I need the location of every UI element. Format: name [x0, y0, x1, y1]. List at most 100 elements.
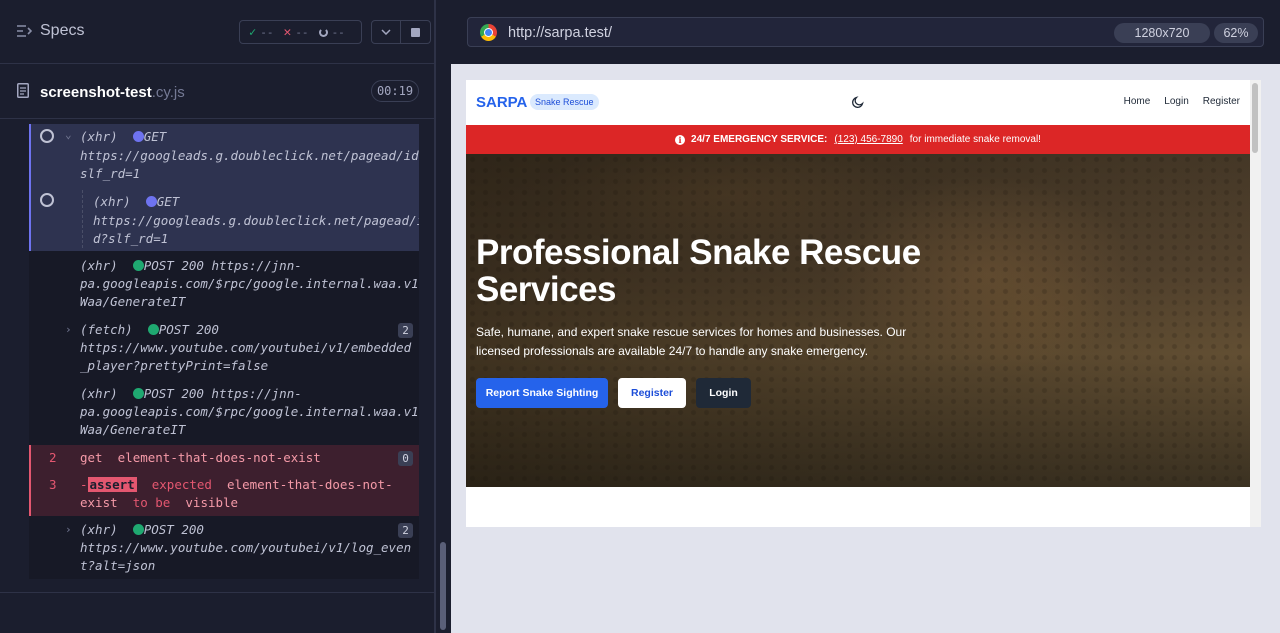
site-logo[interactable]: SARPA	[476, 94, 527, 111]
command-method: POST 200	[143, 522, 204, 537]
command-row-xhr[interactable]: › (xhr) POST 200 https://www.youtube.com…	[29, 519, 419, 579]
command-row-xhr[interactable]: (xhr) POST 200 https://jnn- pa.googleapi…	[29, 383, 419, 443]
chevron-down-icon[interactable]: ⌄	[65, 128, 72, 141]
iframe-scrollbar[interactable]	[1250, 80, 1261, 527]
command-kind: (xhr)	[80, 522, 118, 537]
moon-icon[interactable]	[851, 95, 865, 109]
command-method: POST 200	[158, 322, 219, 337]
emergency-tail: for immediate snake removal!	[909, 134, 1041, 145]
emergency-banner: i 24/7 EMERGENCY SERVICE: (123) 456-7890…	[466, 125, 1250, 154]
command-url-line: https://jnn-	[211, 258, 302, 273]
specs-list-icon	[17, 25, 32, 37]
spec-file-name[interactable]: screenshot-test.cy.js	[40, 84, 185, 101]
request-dot-icon	[132, 388, 144, 399]
chevron-right-icon[interactable]: ›	[65, 523, 72, 536]
hero-login-button[interactable]: Login	[696, 378, 751, 408]
nav-link-register[interactable]: Register	[1203, 96, 1240, 107]
command-name: assert	[87, 477, 137, 492]
iframe-scrollbar-thumb[interactable]	[1252, 83, 1258, 153]
assert-subject: exist	[80, 495, 118, 510]
scrollbar-thumb[interactable]	[440, 542, 446, 630]
pending-spinner-icon	[40, 193, 54, 207]
stop-button[interactable]	[401, 20, 431, 44]
pending-stat: --	[318, 26, 345, 39]
failed-count: --	[295, 25, 309, 39]
command-row-xhr[interactable]: ⌄ (xhr) GET https://googleads.g.doublecl…	[29, 124, 419, 188]
chrome-browser-icon	[480, 24, 497, 41]
run-stats: ✓ -- ✕ -- --	[239, 20, 362, 44]
reporter-panel: Specs ✓ -- ✕ -- -- screenshot-test.cy.js 0…	[0, 0, 435, 633]
failed-stat: ✕ --	[283, 25, 308, 40]
emergency-phone-link[interactable]: (123) 456-7890	[834, 134, 902, 145]
hero-section: Professional Snake Rescue Services Safe,…	[466, 154, 1250, 487]
logo-badge: Snake Rescue	[530, 94, 599, 110]
passed-stat: ✓ --	[249, 25, 273, 39]
count-badge: 2	[398, 323, 413, 338]
specs-label: Specs	[40, 22, 85, 39]
collapse-all-button[interactable]	[371, 20, 401, 44]
hero-subtitle: Safe, humane, and expert snake rescue se…	[476, 325, 907, 358]
assert-text: to be	[132, 495, 171, 510]
command-row-xhr[interactable]: (xhr) POST 200 https://jnn- pa.googleapi…	[29, 255, 419, 319]
command-log: ⌄ (xhr) GET https://googleads.g.doublecl…	[29, 124, 419, 579]
reporter-header: Specs ✓ -- ✕ -- --	[0, 0, 435, 64]
nesting-line	[82, 190, 83, 248]
command-url-line: Waa/GenerateIT	[80, 294, 186, 309]
hero-title: Professional Snake Rescue Services	[476, 233, 921, 309]
command-url-line: pa.googleapis.com/$rpc/google.internal.w…	[80, 276, 419, 291]
chevron-right-icon[interactable]: ›	[65, 323, 72, 336]
command-row-get[interactable]: 2 get element-that-does-not-exist 0	[29, 445, 419, 472]
report-sighting-button[interactable]: Report Snake Sighting	[476, 378, 608, 408]
emergency-label: 24/7 EMERGENCY SERVICE:	[691, 134, 828, 145]
count-badge: 0	[398, 451, 413, 466]
x-icon: ✕	[283, 24, 292, 40]
command-url-line: slf_rd=1	[80, 166, 141, 181]
reporter-scrollbar[interactable]	[435, 0, 450, 633]
command-url-line: _player?prettyPrint=false	[80, 358, 269, 373]
chevron-down-icon	[381, 29, 391, 35]
specs-button[interactable]: Specs	[16, 22, 84, 40]
document-icon	[17, 83, 29, 98]
url-text[interactable]: http://sarpa.test/	[508, 25, 612, 41]
hero-register-button[interactable]: Register	[618, 378, 686, 408]
command-row-assert[interactable]: 3 - assert expected element-that-does-not…	[29, 472, 419, 516]
command-kind: (xhr)	[80, 386, 118, 401]
command-row-fetch[interactable]: › (fetch) POST 200 https://www.youtube.c…	[29, 319, 419, 379]
spec-file-header: screenshot-test.cy.js 00:19	[0, 65, 435, 119]
site-navbar: SARPA Snake Rescue Home Login Register	[466, 80, 1250, 125]
command-url-line: d?slf_rd=1	[93, 231, 169, 246]
url-bar[interactable]: http://sarpa.test/ 1280x720 62%	[467, 17, 1264, 47]
command-method: GET	[156, 194, 180, 209]
command-kind: (xhr)	[93, 194, 131, 209]
aut-header: http://sarpa.test/ 1280x720 62%	[451, 0, 1280, 64]
run-duration: 00:19	[371, 80, 419, 102]
assert-value: visible	[185, 495, 239, 510]
viewport-size-badge[interactable]: 1280x720	[1114, 23, 1210, 43]
command-url-line: https://googleads.g.doubleclick.net/page…	[80, 148, 419, 163]
pending-icon	[318, 27, 328, 37]
command-number: 3	[49, 477, 57, 492]
command-url-line: https://www.youtube.com/youtubei/v1/embe…	[80, 340, 412, 355]
command-kind: (xhr)	[80, 129, 118, 144]
command-name: get	[80, 450, 103, 465]
nav-link-home[interactable]: Home	[1124, 96, 1151, 107]
app-under-test-pane: http://sarpa.test/ 1280x720 62% SARPA Sn…	[451, 0, 1280, 633]
command-prefix: -	[80, 477, 88, 492]
command-row-xhr[interactable]: (xhr) GET https://googleads.g.doubleclic…	[29, 188, 419, 251]
reporter-footer-divider	[0, 592, 435, 593]
pending-spinner-icon	[40, 129, 54, 143]
info-icon: i	[675, 134, 686, 145]
check-icon: ✓	[249, 25, 257, 39]
command-number: 2	[49, 450, 57, 465]
nav-link-login[interactable]: Login	[1164, 96, 1188, 107]
command-selector: element-that-does-not-exist	[117, 450, 321, 465]
zoom-badge[interactable]: 62%	[1214, 23, 1258, 43]
request-dot-icon	[132, 524, 144, 535]
command-url-line: t?alt=json	[80, 558, 156, 573]
command-kind: (xhr)	[80, 258, 118, 273]
assert-text: expected	[151, 477, 212, 492]
passed-count: --	[260, 25, 274, 39]
file-basename: screenshot-test	[40, 84, 152, 101]
request-dot-icon	[145, 196, 157, 207]
site-nav-links: Home Login Register	[1124, 96, 1240, 107]
